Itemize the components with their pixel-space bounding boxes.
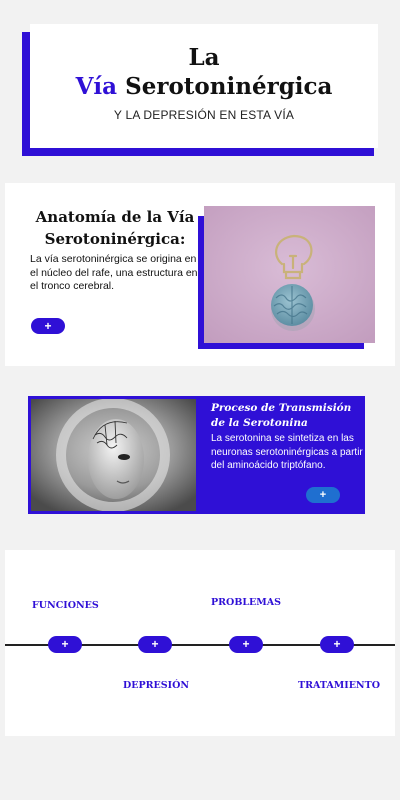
mannequin-head-image [31,399,196,511]
page-subtitle: Y LA DEPRESIÓN EN ESTA VÍA [113,108,295,122]
process-title: Proceso de Transmisión de la Serotonina [211,402,352,429]
process-expand-button[interactable]: + [306,487,340,503]
anatomy-title: Anatomía de la Vía Serotoninérgica: [35,208,195,248]
title-card: La Vía Serotoninérgica Y LA DEPRESIÓN EN… [22,24,378,156]
page-title-rest: Serotoninérgica [125,73,333,100]
anatomy-text: La vía serotoninérgica se origina en el … [30,253,198,292]
timeline-button-funciones[interactable]: + [48,636,82,653]
timeline-button-problemas[interactable]: + [229,636,263,653]
timeline-label-depresion: DEPRESIÓN [123,680,190,691]
timeline-label-funciones: FUNCIONES [32,600,99,611]
anatomy-card: Anatomía de la Vía Serotoninérgica: La v… [5,183,395,366]
process-text: La serotonina se sintetiza en las neuron… [211,433,363,471]
process-card: Proceso de Transmisión de la Serotonina … [28,396,365,514]
page-title-highlight: Vía [75,73,118,100]
page-title-line2: Vía Serotoninérgica [30,72,378,102]
anatomy-expand-button[interactable]: + [31,318,65,334]
page-title-line1: La [188,44,220,71]
timeline-label-problemas: PROBLEMAS [211,597,282,608]
timeline-label-tratamiento: TRATAMIENTO [298,680,380,691]
timeline-button-tratamiento[interactable]: + [320,636,354,653]
title-panel: La Vía Serotoninérgica Y LA DEPRESIÓN EN… [30,24,378,148]
lightbulb-brain-image [204,206,375,343]
timeline-button-depresion[interactable]: + [138,636,172,653]
timeline-card: FUNCIONES + DEPRESIÓN + PROBLEMAS + TRAT… [5,550,395,736]
